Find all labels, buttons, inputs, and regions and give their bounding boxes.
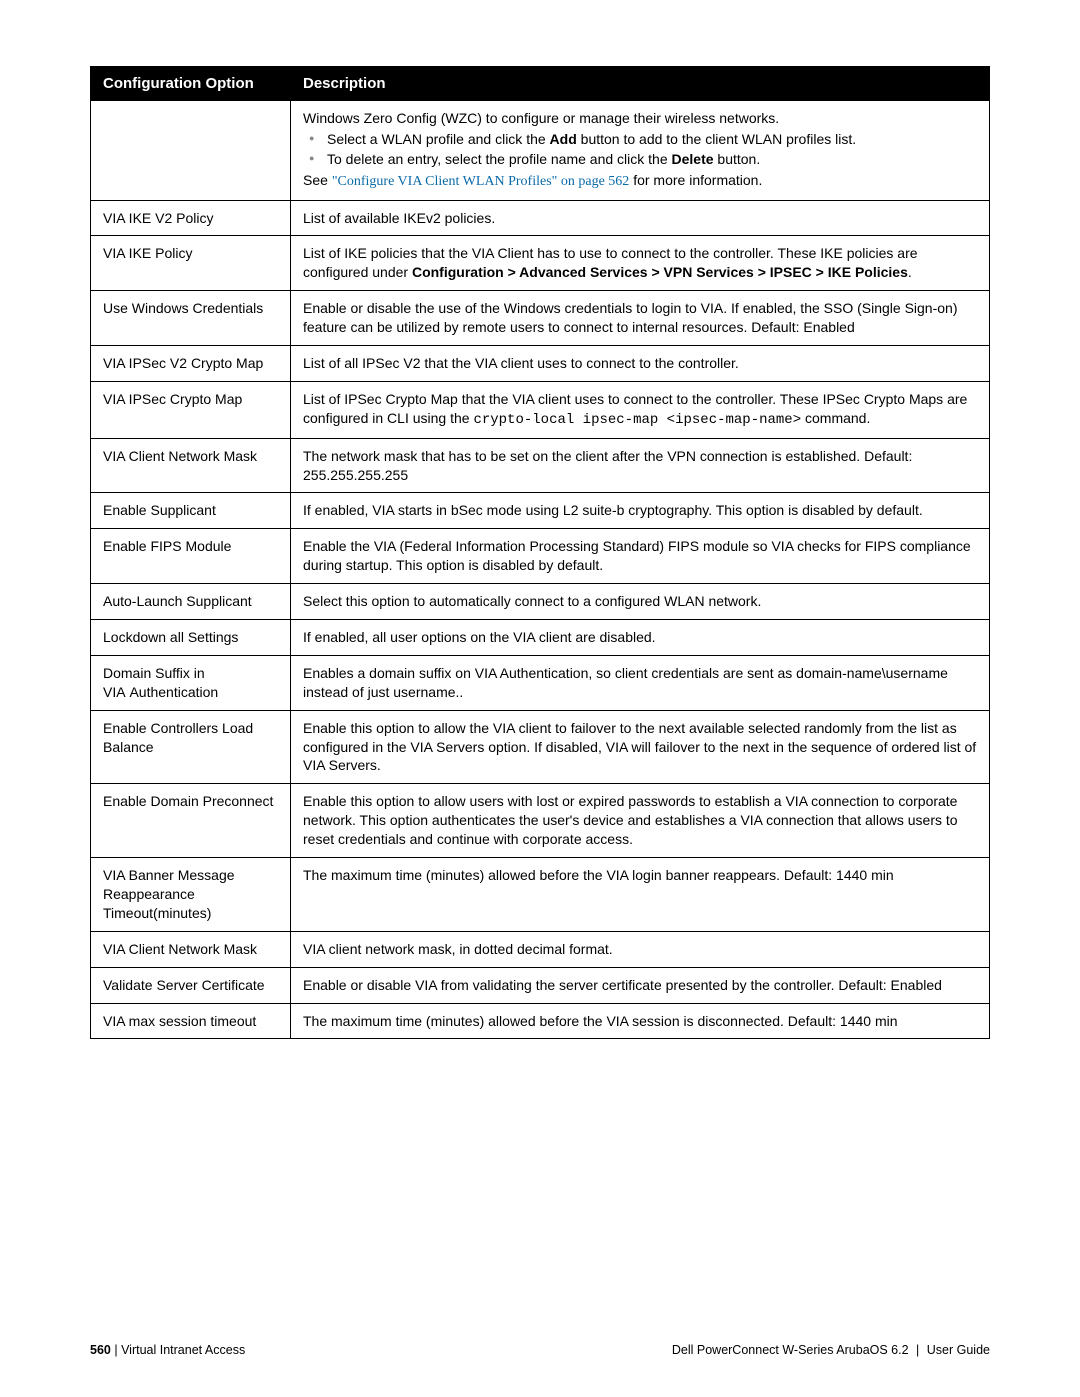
table-row: Enable Supplicant If enabled, VIA starts… xyxy=(91,493,990,529)
header-option: Configuration Option xyxy=(91,67,291,101)
option-cell: VIA max session timeout xyxy=(91,1003,291,1039)
text: See xyxy=(303,172,332,188)
table-row: Validate Server Certificate Enable or di… xyxy=(91,967,990,1003)
table-row: Auto-Launch Supplicant Select this optio… xyxy=(91,584,990,620)
description-cell: Select this option to automatically conn… xyxy=(291,584,990,620)
option-cell xyxy=(91,101,291,201)
description-cell: List of IKE policies that the VIA Client… xyxy=(291,236,990,291)
footer-sep: | xyxy=(111,1343,121,1357)
bold-path: Configuration > Advanced Services > VPN … xyxy=(412,264,908,280)
description-cell: List of all IPSec V2 that the VIA client… xyxy=(291,346,990,382)
table-row: Use Windows Credentials Enable or disabl… xyxy=(91,291,990,346)
option-cell: Domain Suffix in VIA Authentication xyxy=(91,655,291,710)
option-cell: VIA IPSec Crypto Map xyxy=(91,381,291,438)
table-row: Lockdown all Settings If enabled, all us… xyxy=(91,620,990,656)
config-table: Configuration Option Description Windows… xyxy=(90,66,990,1039)
table-row: VIA Banner Message Reappearance Timeout(… xyxy=(91,858,990,932)
description-cell: If enabled, all user options on the VIA … xyxy=(291,620,990,656)
table-row: Enable Controllers Load Balance Enable t… xyxy=(91,710,990,784)
description-cell: Enable or disable the use of the Windows… xyxy=(291,291,990,346)
table-row: VIA IPSec Crypto Map List of IPSec Crypt… xyxy=(91,381,990,438)
description-cell: Enable this option to allow users with l… xyxy=(291,784,990,858)
option-cell: VIA IKE Policy xyxy=(91,236,291,291)
text: button. xyxy=(714,151,761,167)
table-row: VIA max session timeout The maximum time… xyxy=(91,1003,990,1039)
text: button to add to the client WLAN profile… xyxy=(577,131,856,147)
description-cell: List of available IKEv2 policies. xyxy=(291,200,990,236)
bold-add: Add xyxy=(550,131,577,147)
description-cell: Enable this option to allow the VIA clie… xyxy=(291,710,990,784)
description-cell: The network mask that has to be set on t… xyxy=(291,438,990,493)
text: . xyxy=(908,264,912,280)
footer-left: 560 | Virtual Intranet Access xyxy=(90,1343,245,1357)
footer-right: Dell PowerConnect W-Series ArubaOS 6.2 |… xyxy=(672,1343,990,1357)
option-cell: Enable Domain Preconnect xyxy=(91,784,291,858)
text: Windows Zero Config (WZC) to configure o… xyxy=(303,110,779,126)
text: command. xyxy=(801,410,870,426)
option-cell: Enable FIPS Module xyxy=(91,529,291,584)
description-cell: Enable the VIA (Federal Information Proc… xyxy=(291,529,990,584)
option-cell: VIA IPSec V2 Crypto Map xyxy=(91,346,291,382)
header-description: Description xyxy=(291,67,990,101)
description-cell: List of IPSec Crypto Map that the VIA cl… xyxy=(291,381,990,438)
option-cell: Validate Server Certificate xyxy=(91,967,291,1003)
list-item: Select a WLAN profile and click the Add … xyxy=(327,130,977,149)
page-footer: 560 | Virtual Intranet Access Dell Power… xyxy=(90,1343,990,1357)
code-inline: crypto-local ipsec-map <ipsec-map-name> xyxy=(473,412,801,428)
table-row: Enable Domain Preconnect Enable this opt… xyxy=(91,784,990,858)
table-row: VIA Client Network Mask The network mask… xyxy=(91,438,990,493)
cross-reference-link[interactable]: "Configure VIA Client WLAN Profiles" on … xyxy=(332,174,630,189)
option-cell: VIA Banner Message Reappearance Timeout(… xyxy=(91,858,291,932)
description-cell: The maximum time (minutes) allowed befor… xyxy=(291,1003,990,1039)
description-cell: The maximum time (minutes) allowed befor… xyxy=(291,858,990,932)
footer-doc: User Guide xyxy=(927,1343,990,1357)
option-cell: Lockdown all Settings xyxy=(91,620,291,656)
description-cell: VIA client network mask, in dotted decim… xyxy=(291,931,990,967)
description-cell: Windows Zero Config (WZC) to configure o… xyxy=(291,101,990,201)
option-cell: Auto-Launch Supplicant xyxy=(91,584,291,620)
option-cell: VIA Client Network Mask xyxy=(91,931,291,967)
bold-delete: Delete xyxy=(672,151,714,167)
option-cell: VIA IKE V2 Policy xyxy=(91,200,291,236)
option-cell: Use Windows Credentials xyxy=(91,291,291,346)
text: Select a WLAN profile and click the xyxy=(327,131,550,147)
description-cell: Enables a domain suffix on VIA Authentic… xyxy=(291,655,990,710)
text: for more information. xyxy=(629,172,762,188)
option-cell: VIA Client Network Mask xyxy=(91,438,291,493)
table-row: VIA IPSec V2 Crypto Map List of all IPSe… xyxy=(91,346,990,382)
table-row: Domain Suffix in VIA Authentication Enab… xyxy=(91,655,990,710)
option-cell: Enable Controllers Load Balance xyxy=(91,710,291,784)
bullet-list: Select a WLAN profile and click the Add … xyxy=(303,130,977,169)
table-row: VIA Client Network Mask VIA client netwo… xyxy=(91,931,990,967)
table-header-row: Configuration Option Description xyxy=(91,67,990,101)
option-cell: Enable Supplicant xyxy=(91,493,291,529)
table-row: Enable FIPS Module Enable the VIA (Feder… xyxy=(91,529,990,584)
description-cell: Enable or disable VIA from validating th… xyxy=(291,967,990,1003)
footer-product: Dell PowerConnect W-Series ArubaOS 6.2 xyxy=(672,1343,909,1357)
table-row: VIA IKE V2 Policy List of available IKEv… xyxy=(91,200,990,236)
page-number: 560 xyxy=(90,1343,111,1357)
table-row: Windows Zero Config (WZC) to configure o… xyxy=(91,101,990,201)
list-item: To delete an entry, select the profile n… xyxy=(327,150,977,169)
footer-sep: | xyxy=(913,1343,923,1357)
description-cell: If enabled, VIA starts in bSec mode usin… xyxy=(291,493,990,529)
footer-section: Virtual Intranet Access xyxy=(121,1343,245,1357)
text: To delete an entry, select the profile n… xyxy=(327,151,672,167)
page: Configuration Option Description Windows… xyxy=(0,0,1080,1397)
table-row: VIA IKE Policy List of IKE policies that… xyxy=(91,236,990,291)
